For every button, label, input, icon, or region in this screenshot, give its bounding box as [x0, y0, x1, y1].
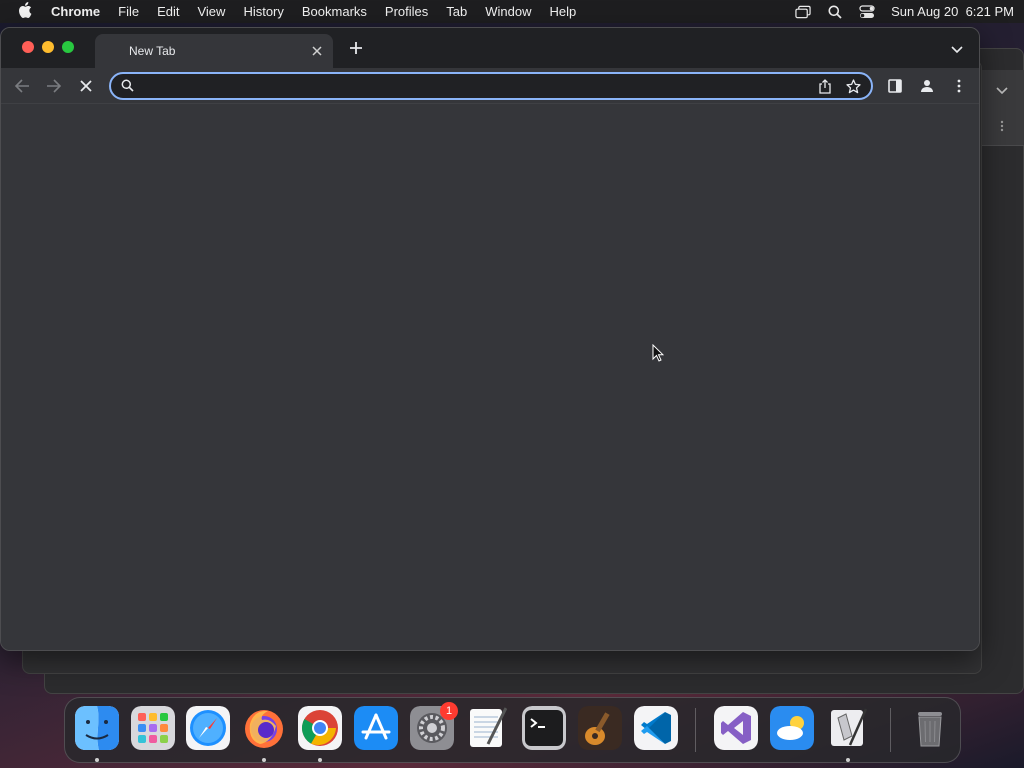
dock [64, 697, 961, 763]
launchpad-icon[interactable] [131, 706, 175, 750]
menu-view[interactable]: View [188, 4, 234, 19]
app-store-icon[interactable] [354, 706, 398, 750]
menu-edit[interactable]: Edit [148, 4, 188, 19]
chrome-icon[interactable] [298, 706, 342, 750]
vscode-icon[interactable] [634, 706, 678, 750]
spotlight-search-icon[interactable] [827, 4, 843, 20]
menu-profiles[interactable]: Profiles [376, 4, 437, 19]
stop-loading-icon[interactable] [76, 76, 96, 96]
control-center-icon[interactable] [859, 4, 875, 20]
more-vertical-icon[interactable] [1000, 120, 1004, 135]
script-editor-icon[interactable] [826, 706, 870, 750]
new-tab-button[interactable] [346, 39, 366, 59]
window-minimize-button[interactable] [42, 41, 54, 53]
profile-avatar-icon[interactable] [917, 76, 937, 96]
mouse-pointer-icon [652, 343, 665, 362]
share-icon[interactable] [811, 75, 839, 97]
menu-bar: Chrome File Edit View History Bookmarks … [0, 0, 1024, 23]
textedit-icon[interactable] [466, 706, 510, 750]
menu-help[interactable]: Help [541, 4, 586, 19]
menu-app-name[interactable]: Chrome [42, 4, 109, 19]
finder-icon[interactable] [75, 706, 119, 750]
dock-separator [890, 708, 891, 752]
screen-mirroring-icon[interactable] [795, 4, 811, 20]
firefox-icon[interactable] [242, 706, 286, 750]
menu-tab[interactable]: Tab [437, 4, 476, 19]
window-close-button[interactable] [22, 41, 34, 53]
chevron-down-icon[interactable] [996, 84, 1008, 98]
weather-icon[interactable] [770, 706, 814, 750]
trash-icon[interactable] [908, 706, 952, 750]
bookmark-star-icon[interactable] [839, 75, 867, 97]
apple-menu-icon[interactable] [8, 1, 42, 22]
address-bar[interactable] [109, 72, 873, 100]
address-bar-input[interactable] [141, 75, 811, 97]
tab-new-tab[interactable]: New Tab [95, 34, 333, 68]
tab-close-icon[interactable] [309, 43, 325, 59]
window-maximize-button[interactable] [62, 41, 74, 53]
forward-arrow-icon[interactable] [44, 76, 64, 96]
menu-bookmarks[interactable]: Bookmarks [293, 4, 376, 19]
menubar-clock[interactable]: Sun Aug 20 6:21 PM [891, 4, 1014, 19]
running-indicator [262, 758, 266, 762]
background-window-toolbar [982, 70, 1024, 146]
running-indicator [846, 758, 850, 762]
safari-icon[interactable] [186, 706, 230, 750]
chrome-window: New Tab [0, 27, 980, 651]
menu-window[interactable]: Window [476, 4, 540, 19]
side-panel-icon[interactable] [885, 76, 905, 96]
search-icon [121, 79, 135, 93]
chrome-menu-icon[interactable] [949, 76, 969, 96]
browser-toolbar [1, 68, 979, 104]
tab-title: New Tab [129, 44, 176, 58]
tab-search-chevron-icon[interactable] [951, 41, 967, 57]
garageband-icon[interactable] [578, 706, 622, 750]
running-indicator [95, 758, 99, 762]
terminal-icon[interactable] [522, 706, 566, 750]
tab-strip: New Tab [1, 28, 979, 68]
running-indicator [318, 758, 322, 762]
menu-file[interactable]: File [109, 4, 148, 19]
visual-studio-icon[interactable] [714, 706, 758, 750]
notification-badge: 1 [440, 702, 458, 720]
menu-history[interactable]: History [234, 4, 292, 19]
back-arrow-icon[interactable] [12, 76, 32, 96]
page-content-area[interactable] [1, 104, 979, 650]
dock-separator [695, 708, 696, 752]
